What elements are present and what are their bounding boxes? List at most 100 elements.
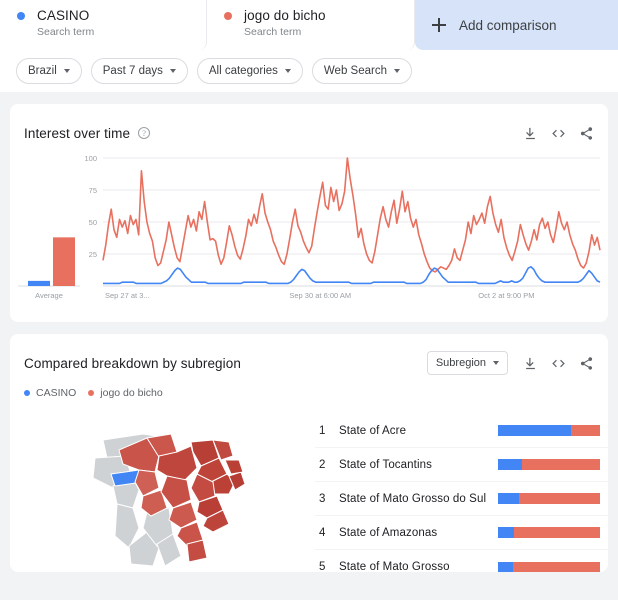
- series-line-jogo-do-bicho: [102, 157, 601, 273]
- term-color-dot-jogo-do-bicho: [224, 12, 232, 20]
- breakdown-title: Compared breakdown by subregion: [24, 355, 241, 371]
- filter-location-label: Brazil: [28, 65, 57, 77]
- region-rank: 4: [318, 526, 326, 539]
- region-name: State of Amazonas: [338, 526, 438, 539]
- term-name: jogo do bicho: [244, 8, 326, 23]
- subregion-select[interactable]: Subregion: [426, 351, 508, 375]
- region-list: 1 State of Acre 2 State of Tocantins 3 S…: [314, 410, 608, 572]
- region-rank: 5: [318, 561, 326, 572]
- region-name: State of Tocantins: [338, 458, 432, 471]
- share-icon[interactable]: [579, 126, 594, 141]
- legend-label-jogo-do-bicho: jogo do bicho: [100, 387, 163, 399]
- region-bar: [498, 493, 600, 504]
- term-subtitle: Search term: [244, 26, 302, 38]
- series-line-casino: [103, 266, 601, 285]
- table-row[interactable]: 3 State of Mato Grosso do Sul: [314, 482, 608, 516]
- breakdown-legend: CASINO jogo do bicho: [10, 376, 608, 404]
- filter-category-label: All categories: [208, 65, 278, 77]
- y-axis-tick: 50: [89, 218, 97, 227]
- interest-over-time-card: Interest over time ? Average 25 50 75 10…: [10, 104, 608, 322]
- add-comparison-label: Add comparison: [459, 17, 557, 33]
- chevron-down-icon: [63, 69, 70, 73]
- chart-gridlines: 25 50 75 100: [84, 154, 600, 259]
- y-axis-tick: 100: [84, 154, 97, 163]
- region-bar: [498, 527, 600, 538]
- term-card-jogo-do-bicho[interactable]: jogo do bicho Search term: [207, 0, 415, 50]
- term-color-dot-casino: [17, 12, 25, 20]
- term-card-casino[interactable]: CASINO Search term: [0, 0, 207, 50]
- term-name: CASINO: [37, 8, 90, 23]
- add-comparison-button[interactable]: Add comparison: [415, 0, 618, 50]
- page-title: Interest over time: [24, 125, 131, 141]
- map-region: [224, 459, 245, 475]
- filter-time-range-label: Past 7 days: [102, 65, 163, 77]
- region-rank: 1: [318, 424, 326, 437]
- embed-icon[interactable]: [551, 126, 566, 141]
- region-bar-jogo-do-bicho: [514, 527, 600, 538]
- region-bar-casino: [498, 493, 520, 504]
- region-name: State of Mato Grosso: [338, 561, 450, 572]
- filter-category[interactable]: All categories: [196, 58, 303, 84]
- breakdown-header: Compared breakdown by subregion Subregio…: [10, 334, 608, 376]
- region-rank: 3: [318, 492, 326, 505]
- chart-x-axis-labels: Sep 27 at 3... Sep 30 at 6:00 AM Oct 2 at …: [105, 291, 535, 300]
- region-bar: [498, 561, 600, 572]
- filters-bar: Brazil Past 7 days All categories Web Se…: [0, 50, 618, 92]
- legend-item-casino: CASINO: [24, 387, 76, 399]
- chevron-down-icon: [169, 69, 176, 73]
- table-row[interactable]: 4 State of Amazonas: [314, 516, 608, 550]
- download-icon[interactable]: [523, 126, 538, 141]
- trends-line-chart[interactable]: Average 25 50 75 100 Sep 27 at 3... Sep 30 a…: [10, 146, 608, 326]
- region-bar-casino: [498, 425, 572, 436]
- share-icon[interactable]: [579, 356, 594, 371]
- legend-dot-jogo-do-bicho: [88, 390, 95, 396]
- map-region: [186, 539, 209, 563]
- table-row[interactable]: 2 State of Tocantins: [314, 448, 608, 482]
- map-svg[interactable]: [73, 416, 251, 568]
- search-terms-row: CASINO Search term jogo do bicho Search …: [0, 0, 618, 50]
- download-icon[interactable]: [523, 356, 538, 371]
- brazil-map[interactable]: [10, 410, 315, 572]
- filter-search-type-label: Web Search: [323, 65, 387, 77]
- help-icon[interactable]: ?: [138, 127, 151, 139]
- region-bar-casino: [498, 459, 523, 470]
- y-axis-tick: 25: [89, 250, 97, 259]
- region-bar-jogo-do-bicho: [522, 459, 600, 470]
- average-bar-casino: [28, 280, 50, 286]
- x-axis-tick: Sep 30 at 6:00 AM: [289, 291, 351, 300]
- chevron-down-icon: [493, 361, 499, 365]
- table-row[interactable]: 1 State of Acre: [314, 414, 608, 448]
- subregion-select-label: Subregion: [435, 357, 486, 369]
- average-axis-label: Average: [35, 291, 63, 300]
- x-axis-tick: Sep 27 at 3...: [105, 291, 150, 300]
- region-bar-jogo-do-bicho: [571, 425, 600, 436]
- region-bar-casino: [498, 527, 515, 538]
- y-axis-tick: 75: [89, 186, 97, 195]
- average-bar-group: Average: [18, 237, 80, 300]
- legend-dot-casino: [24, 390, 30, 396]
- region-bar: [498, 425, 600, 436]
- trends-page: CASINO Search term jogo do bicho Search …: [0, 0, 618, 600]
- interest-over-time-chart: Average 25 50 75 100 Sep 27 at 3... Sep 30 a…: [10, 146, 608, 326]
- term-subtitle: Search term: [37, 26, 95, 38]
- region-bar-casino: [498, 561, 514, 572]
- region-bar-jogo-do-bicho: [513, 561, 600, 572]
- plus-icon: [432, 18, 446, 32]
- compared-breakdown-card: Compared breakdown by subregion Subregio…: [10, 334, 608, 572]
- legend-item-jogo-do-bicho: jogo do bicho: [88, 387, 163, 399]
- filter-time-range[interactable]: Past 7 days: [90, 58, 188, 84]
- region-rank: 2: [318, 458, 326, 471]
- region-bar: [498, 459, 600, 470]
- interest-over-time-actions: [523, 126, 594, 141]
- embed-icon[interactable]: [551, 356, 566, 371]
- chevron-down-icon: [284, 69, 291, 73]
- filter-search-type[interactable]: Web Search: [311, 58, 412, 84]
- region-bar-jogo-do-bicho: [519, 493, 600, 504]
- filter-location[interactable]: Brazil: [16, 58, 82, 84]
- average-bar-jogo-do-bicho: [53, 237, 75, 286]
- chevron-down-icon: [393, 69, 400, 73]
- table-row[interactable]: 5 State of Mato Grosso: [315, 550, 608, 572]
- breakdown-body: 1 State of Acre 2 State of Tocantins 3 S…: [10, 404, 608, 572]
- x-axis-tick: Oct 2 at 9:00 PM: [478, 291, 534, 300]
- region-name: State of Acre: [338, 424, 407, 437]
